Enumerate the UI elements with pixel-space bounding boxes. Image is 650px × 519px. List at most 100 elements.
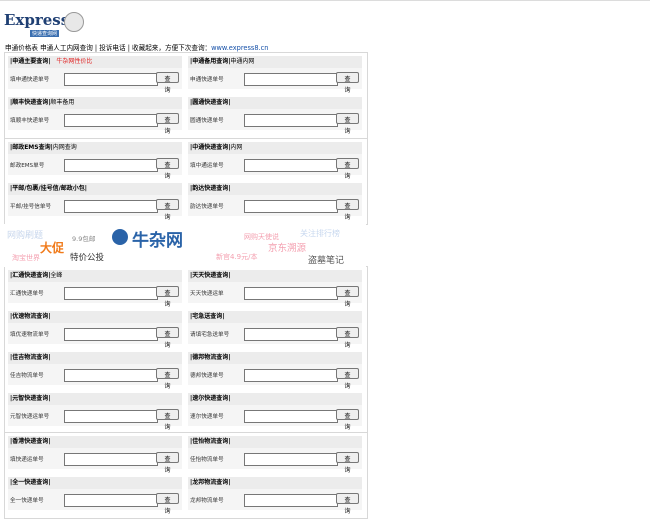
- query-button[interactable]: 查询: [156, 72, 179, 94]
- query-button[interactable]: 查询: [156, 368, 179, 390]
- banner-item[interactable]: 大促: [40, 239, 64, 256]
- query-card-title[interactable]: |优速物流查询|: [10, 313, 50, 320]
- tracking-number-input[interactable]: [64, 410, 158, 423]
- query-card-title[interactable]: |速尔快递查询|: [190, 395, 230, 402]
- query-card-header: |元智快递查询|: [8, 393, 182, 405]
- query-button[interactable]: 查询: [156, 199, 179, 221]
- query-card-body: 汇通快递单号 查询: [8, 282, 182, 308]
- query-card-title[interactable]: |邮政EMS查询|: [10, 144, 53, 151]
- banner-item[interactable]: 淘宝世界: [12, 253, 40, 263]
- query-card-extra[interactable]: 内网查询: [53, 144, 77, 151]
- query-card-body: 请填宅急送单号 查询: [188, 323, 362, 349]
- banner-brand[interactable]: 牛杂网: [132, 226, 183, 251]
- tracking-number-input[interactable]: [64, 453, 158, 466]
- query-button[interactable]: 查询: [336, 368, 359, 390]
- tracking-number-input[interactable]: [244, 410, 338, 423]
- tracking-label: 填申通快递单号: [10, 77, 50, 83]
- tracking-number-input[interactable]: [244, 200, 338, 213]
- query-button[interactable]: 查询: [156, 286, 179, 308]
- site-logo[interactable]: Express8 快递查询网: [4, 10, 84, 40]
- query-card-title[interactable]: |佳吉物流查询|: [10, 354, 50, 361]
- query-button[interactable]: 查询: [336, 493, 359, 515]
- query-card-title[interactable]: |申通主要查询|: [10, 58, 50, 65]
- query-button[interactable]: 查询: [336, 199, 359, 221]
- ad-banner[interactable]: 网购刷题 9.9包邮 大促 特价公投 牛杂网 网购天使说 关注排行榜 京东溯源 …: [4, 224, 366, 267]
- query-button[interactable]: 查询: [156, 452, 179, 474]
- banner-item[interactable]: 京东溯源: [268, 240, 306, 254]
- query-card-body: 邮政EMS单号 查询: [8, 154, 182, 180]
- query-button[interactable]: 查询: [336, 327, 359, 349]
- banner-item[interactable]: 盗墓笔记: [308, 253, 344, 266]
- query-button[interactable]: 查询: [156, 113, 179, 135]
- query-card-title[interactable]: |元智快递查询|: [10, 395, 50, 402]
- query-card-extra[interactable]: 牛杂网性价比: [56, 58, 92, 65]
- site-url-link[interactable]: www.express8.cn: [211, 44, 268, 52]
- tracking-number-input[interactable]: [64, 159, 158, 172]
- tracking-number-input[interactable]: [64, 287, 158, 300]
- query-card-title[interactable]: |中通快递查询|: [190, 144, 230, 151]
- tracking-number-input[interactable]: [64, 73, 158, 86]
- query-card-header: |佳怡物流查询|: [188, 436, 362, 448]
- query-card-title[interactable]: |佳怡物流查询|: [190, 438, 230, 445]
- query-card-extra[interactable]: 顺丰备用: [50, 99, 74, 106]
- tracking-label: 申通快递单号: [190, 77, 224, 83]
- query-card-body: 天天快递运单 查询: [188, 282, 362, 308]
- query-card-header: |汇通快递查询|全峰: [8, 270, 182, 282]
- tracking-number-input[interactable]: [64, 369, 158, 382]
- tracking-number-input[interactable]: [244, 369, 338, 382]
- query-button[interactable]: 查询: [336, 409, 359, 431]
- tracking-label: 填顺丰快递单号: [10, 118, 50, 124]
- query-card-title[interactable]: |韵达快递查询|: [190, 185, 230, 192]
- tracking-label: 平邮/挂号信单号: [10, 204, 52, 210]
- banner-item[interactable]: 新官4.9元/本: [216, 252, 258, 262]
- tracking-label: 韵达快递单号: [190, 204, 224, 210]
- query-card-title[interactable]: |香港快递查询|: [10, 438, 50, 445]
- query-card-extra[interactable]: 全峰: [50, 272, 62, 279]
- tracking-number-input[interactable]: [244, 287, 338, 300]
- tracking-label: 汇通快递单号: [10, 291, 44, 297]
- query-button[interactable]: 查询: [336, 286, 359, 308]
- tracking-number-input[interactable]: [244, 73, 338, 86]
- query-card-title[interactable]: |龙邦物流查询|: [190, 479, 230, 486]
- query-button[interactable]: 查询: [336, 158, 359, 180]
- query-block: |申通主要查询| 牛杂网性价比 填申通快递单号 查询 |申通备用查询|申通内网 申通快递单…: [4, 52, 368, 139]
- tracking-number-input[interactable]: [244, 328, 338, 341]
- query-card-title[interactable]: |圆通快递查询|: [190, 99, 230, 106]
- query-card-title[interactable]: |全一快递查询|: [10, 479, 50, 486]
- tracking-number-input[interactable]: [244, 494, 338, 507]
- notice-text[interactable]: 申通价格表 申通人工内网查询 | 投诉电话 | 收藏起来，方便下次查询：: [5, 44, 211, 52]
- query-card-title[interactable]: |申通备用查询|: [190, 58, 230, 65]
- banner-item[interactable]: 网购刷题: [7, 228, 43, 241]
- banner-item[interactable]: 9.9包邮: [72, 233, 95, 243]
- query-card-extra[interactable]: 申通内网: [230, 58, 254, 65]
- query-card-title[interactable]: |汇通快递查询|: [10, 272, 50, 279]
- banner-item[interactable]: 特价公投: [70, 251, 104, 263]
- tracking-number-input[interactable]: [64, 494, 158, 507]
- query-card-header: |中通快递查询|内网: [188, 142, 362, 154]
- query-card-title[interactable]: |宅急送查询|: [190, 313, 224, 320]
- query-button[interactable]: 查询: [156, 158, 179, 180]
- query-button[interactable]: 查询: [156, 327, 179, 349]
- query-card-title[interactable]: |德邦物流查询|: [190, 354, 230, 361]
- query-card-extra[interactable]: 内网: [230, 144, 242, 151]
- query-card-header: |速尔快递查询|: [188, 393, 362, 405]
- query-button[interactable]: 查询: [156, 409, 179, 431]
- query-button[interactable]: 查询: [336, 452, 359, 474]
- query-card-title[interactable]: |平邮/包裹/挂号信/邮政小包|: [10, 185, 87, 192]
- query-card-body: 圆通快递单号 查询: [188, 109, 362, 135]
- query-card-body: 申通快递单号 查询: [188, 68, 362, 94]
- banner-item[interactable]: 关注排行榜: [300, 228, 340, 239]
- query-card-title[interactable]: |顺丰快递查询|: [10, 99, 50, 106]
- tracking-number-input[interactable]: [64, 200, 158, 213]
- tracking-number-input[interactable]: [64, 328, 158, 341]
- tracking-number-input[interactable]: [244, 114, 338, 127]
- query-card-header: |平邮/包裹/挂号信/邮政小包|: [8, 183, 182, 195]
- tracking-number-input[interactable]: [244, 453, 338, 466]
- tracking-label: 请填宅急送单号: [190, 332, 230, 338]
- tracking-number-input[interactable]: [64, 114, 158, 127]
- query-button[interactable]: 查询: [156, 493, 179, 515]
- query-button[interactable]: 查询: [336, 113, 359, 135]
- tracking-number-input[interactable]: [244, 159, 338, 172]
- query-card-title[interactable]: |天天快递查询|: [190, 272, 230, 279]
- query-button[interactable]: 查询: [336, 72, 359, 94]
